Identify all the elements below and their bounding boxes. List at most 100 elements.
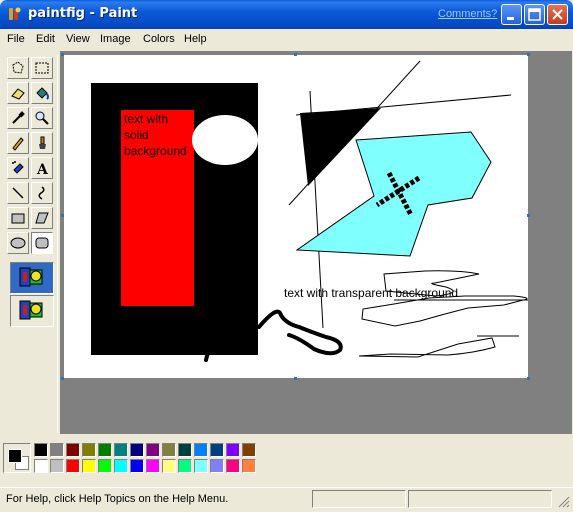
- polygon-icon: [35, 212, 49, 224]
- rectangle-select-tool[interactable]: [31, 57, 53, 79]
- palette-swatch[interactable]: [226, 443, 240, 457]
- menu-bar: File Edit View Image Colors Help: [0, 29, 573, 50]
- status-panel-coordinates: [312, 490, 406, 508]
- opaque-option[interactable]: [10, 262, 54, 294]
- transparent-option[interactable]: [10, 295, 54, 327]
- palette-swatch[interactable]: [130, 459, 144, 473]
- status-help-text: For Help, click Help Topics on the Help …: [6, 493, 229, 505]
- palette-swatch[interactable]: [210, 459, 224, 473]
- polygon-tool[interactable]: [31, 207, 53, 229]
- curve-icon: [38, 186, 45, 200]
- resize-grip-icon[interactable]: [556, 494, 570, 508]
- menu-help[interactable]: Help: [184, 33, 207, 45]
- palette-swatch[interactable]: [194, 443, 208, 457]
- resize-handle-bottom[interactable]: [294, 377, 297, 380]
- close-button[interactable]: [547, 4, 568, 25]
- window-title: paintfig - Paint: [28, 6, 138, 21]
- resize-handle-top-left: [61, 53, 64, 56]
- palette-swatch[interactable]: [50, 459, 64, 473]
- palette-swatch[interactable]: [82, 459, 96, 473]
- line-icon: [12, 187, 24, 199]
- airbrush-icon: [12, 161, 24, 174]
- brush-tool[interactable]: [31, 132, 53, 154]
- solid-text-line-1: text with: [124, 112, 169, 126]
- resize-handle-bottom-left: [61, 377, 64, 380]
- opaque-background-icon: [19, 267, 43, 287]
- ellipse-tool[interactable]: [7, 232, 29, 254]
- palette-swatch[interactable]: [146, 459, 160, 473]
- palette-swatch[interactable]: [130, 443, 144, 457]
- transparent-background-icon: [19, 300, 43, 320]
- palette-swatch[interactable]: [242, 443, 256, 457]
- eraser-icon: [11, 88, 25, 100]
- text-tool[interactable]: A: [31, 157, 53, 179]
- comments-link[interactable]: Comments?: [438, 8, 497, 20]
- palette-swatch[interactable]: [114, 459, 128, 473]
- menu-image[interactable]: Image: [100, 33, 131, 45]
- toolbox: A: [3, 55, 58, 433]
- close-icon: [552, 9, 563, 20]
- palette-swatch[interactable]: [98, 459, 112, 473]
- rounded-rectangle-icon: [35, 237, 49, 249]
- fill-with-color-tool[interactable]: [31, 82, 53, 104]
- pencil-tool[interactable]: [7, 132, 29, 154]
- resize-handle-right[interactable]: [527, 214, 530, 217]
- solid-text-line-2: solid: [124, 128, 149, 142]
- rounded-rectangle-tool[interactable]: [31, 232, 53, 254]
- palette-swatch[interactable]: [82, 443, 96, 457]
- palette-swatch[interactable]: [210, 443, 224, 457]
- paint-app-icon: [9, 7, 21, 20]
- foreground-color: [8, 449, 22, 463]
- menu-edit[interactable]: Edit: [36, 33, 55, 45]
- pick-color-tool[interactable]: [7, 107, 29, 129]
- free-form-select-icon: [12, 61, 24, 74]
- resize-handle-top-right: [527, 53, 530, 56]
- paint-window: paintfig - Paint Comments? File Edit Vie…: [0, 0, 573, 512]
- magnifier-tool[interactable]: [31, 107, 53, 129]
- palette-swatch[interactable]: [178, 443, 192, 457]
- eyedropper-icon: [12, 111, 25, 124]
- status-panel-size: [408, 490, 552, 508]
- rectangle-tool[interactable]: [7, 207, 29, 229]
- maximize-button[interactable]: [524, 4, 545, 25]
- palette-swatch[interactable]: [162, 459, 176, 473]
- menu-view[interactable]: View: [66, 33, 90, 45]
- title-bar[interactable]: paintfig - Paint Comments?: [0, 0, 573, 29]
- menu-file[interactable]: File: [7, 33, 25, 45]
- palette-swatch[interactable]: [50, 443, 64, 457]
- airbrush-tool[interactable]: [7, 157, 29, 179]
- eraser-tool[interactable]: [7, 82, 29, 104]
- resize-handle-top: [294, 53, 297, 56]
- rectangle-icon: [11, 213, 25, 224]
- free-form-select-tool[interactable]: [7, 57, 29, 79]
- brush-icon: [39, 136, 46, 149]
- transparent-background-text: text with transparent background: [284, 286, 459, 300]
- menu-colors[interactable]: Colors: [143, 33, 175, 45]
- palette-swatch[interactable]: [34, 459, 48, 473]
- palette-swatch[interactable]: [226, 459, 240, 473]
- palette-swatch[interactable]: [34, 443, 48, 457]
- svg-text:A: A: [36, 162, 49, 176]
- palette-swatch[interactable]: [146, 443, 160, 457]
- line-tool[interactable]: [7, 182, 29, 204]
- canvas-drawing: [91, 60, 528, 362]
- pencil-icon: [12, 137, 24, 151]
- magnifier-icon: [35, 111, 49, 125]
- palette-swatch[interactable]: [194, 459, 208, 473]
- palette-swatch[interactable]: [66, 459, 80, 473]
- drawing-canvas[interactable]: text with solid background text with tra…: [64, 55, 528, 378]
- palette-swatch[interactable]: [178, 459, 192, 473]
- status-bar: For Help, click Help Topics on the Help …: [0, 487, 573, 512]
- minimize-icon: [507, 17, 514, 20]
- resize-handle-bottom-right[interactable]: [527, 377, 530, 380]
- minimize-button[interactable]: [501, 4, 522, 25]
- palette-swatch[interactable]: [98, 443, 112, 457]
- maximize-icon: [528, 8, 541, 21]
- solid-background-text: text with solid background: [124, 111, 196, 159]
- palette-swatch[interactable]: [162, 443, 176, 457]
- curve-tool[interactable]: [31, 182, 53, 204]
- palette-swatch[interactable]: [114, 443, 128, 457]
- text-icon: A: [36, 162, 49, 176]
- palette-swatch[interactable]: [66, 443, 80, 457]
- palette-swatch[interactable]: [242, 459, 256, 473]
